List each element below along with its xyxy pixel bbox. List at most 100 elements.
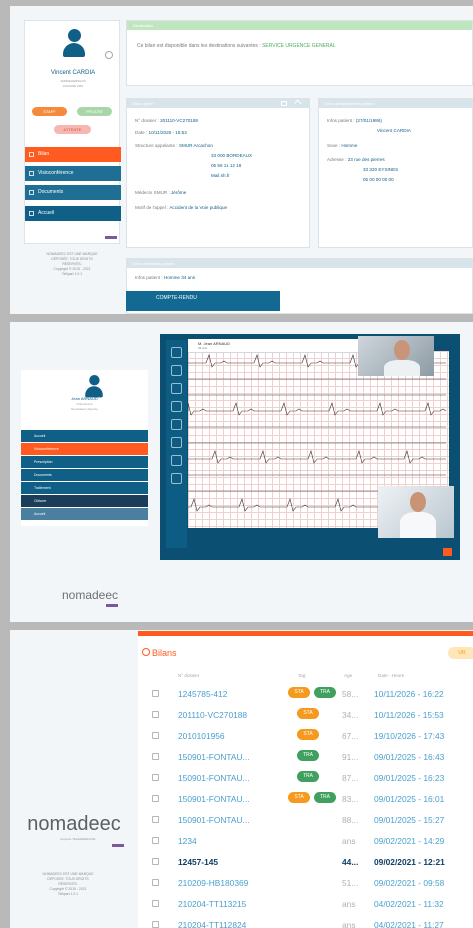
hangup-button[interactable] (443, 548, 452, 556)
card-header: Destination (127, 21, 472, 30)
staff-badge[interactable]: STAFF (32, 107, 67, 116)
document-icon (29, 152, 34, 157)
date-cell: 09/01/2025 - 16:43 (374, 752, 445, 762)
bilans-table-card: Bilans UR N° dossier Tag Age Date - Heur… (138, 631, 473, 928)
motif-line: Motif de l'appel : Accident de la Voie p… (135, 205, 228, 210)
nav-item-accueil-2[interactable]: Accueil (21, 508, 148, 520)
tool-icon[interactable] (171, 473, 182, 484)
col-header-age[interactable]: Age (344, 673, 352, 678)
nav-item-prescription[interactable]: Prescription (21, 456, 148, 468)
card-header: Infos administratives patient (319, 99, 472, 108)
col-header-tag[interactable]: Tag (298, 673, 305, 678)
dossier-number[interactable]: 150901-FONTAU... (178, 752, 250, 762)
tag-sta: STA (297, 729, 319, 740)
age-cell: 51... (342, 878, 359, 888)
tool-icon[interactable] (171, 455, 182, 466)
dossier-number[interactable]: 150901-FONTAU... (178, 815, 250, 825)
bilan-detail-screen: Vincent CARDIA ADDDEHERSHOS INHASNE 2MS … (10, 6, 473, 314)
age-cell: ans (342, 920, 356, 928)
purple-marker (112, 844, 124, 847)
tool-icon[interactable] (171, 347, 182, 358)
table-row[interactable]: 210204-TT113215 ans 04/02/2021 - 11:32 (138, 892, 473, 914)
nav-item-accueil[interactable]: Accueil (25, 206, 121, 221)
date-cell: 09/02/2021 - 14:29 (374, 836, 445, 846)
dossier-number[interactable]: 12457-145 (178, 857, 218, 867)
checkbox-icon[interactable] (152, 753, 159, 760)
table-row[interactable]: 210204-TT112824 ans 04/02/2021 - 11:27 (138, 913, 473, 928)
tag-tra: TRA (297, 750, 319, 761)
date-cell: 10/11/2026 - 15:53 (374, 710, 444, 720)
urgent-filter-button[interactable]: UR (448, 647, 473, 659)
checkbox-icon[interactable] (152, 795, 159, 802)
checkbox-icon[interactable] (152, 774, 159, 781)
dossier-number[interactable]: 150901-FONTAU... (178, 794, 250, 804)
checkbox-icon[interactable] (152, 921, 159, 928)
nav-item-documents[interactable]: Documents (25, 185, 121, 200)
date-cell: 09/01/2025 - 16:01 (374, 794, 445, 804)
legal-text: NOMADEEC EST UNE MARQUE DÉPOSÉE. TOUS DRO… (46, 252, 98, 276)
compte-rendu-button[interactable]: COMPTE-RENDU (126, 291, 280, 311)
table-row[interactable]: 1245785-412 STA TRA 58... 10/11/2026 - 16:22 (138, 682, 473, 704)
nav-item-traitement[interactable]: Traitement (21, 482, 148, 494)
visioconference-screen: Jean ARNAUD Infirmier/ère Nomadeec Urgen… (10, 322, 473, 622)
table-row[interactable]: 201110-VC270188 STA 34... 10/11/2026 - 15:5… (138, 703, 473, 725)
user-name: Jean ARNAUD (71, 396, 98, 401)
attente-badge[interactable]: ATTENTE (54, 125, 91, 134)
age-cell: 58... (342, 689, 359, 699)
checkbox-icon[interactable] (152, 879, 159, 886)
checkbox-icon[interactable] (152, 816, 159, 823)
nav-item-documents[interactable]: Documents (21, 469, 148, 481)
nav-item-accueil[interactable]: Accueil (21, 430, 148, 442)
tool-icon[interactable] (171, 437, 182, 448)
dossier-number[interactable]: 2010101956 (178, 731, 225, 741)
tool-icon[interactable] (171, 419, 182, 430)
nav-item-visio[interactable]: Visioconférence (25, 166, 121, 181)
print-icon[interactable] (281, 101, 287, 106)
nav-item-bilan[interactable]: Bilan (25, 147, 121, 162)
date-cell: 19/10/2026 - 17:43 (374, 731, 445, 741)
dossier-number[interactable]: 210204-TT112824 (178, 920, 246, 928)
checkbox-icon[interactable] (152, 900, 159, 907)
checkbox-icon[interactable] (152, 858, 159, 865)
user-name: Vincent CARDIA (50, 70, 96, 76)
dossier-number[interactable]: 210209-HB180369 (178, 878, 248, 888)
proute-badge[interactable]: PROUTE (77, 107, 112, 116)
tool-icon[interactable] (171, 383, 182, 394)
table-row[interactable]: 150901-FONTAU... 88... 09/01/2025 - 15:27 (138, 808, 473, 830)
checkbox-icon[interactable] (152, 690, 159, 697)
table-row[interactable]: 2010101956 STA 67... 19/10/2026 - 17:43 (138, 724, 473, 746)
dossier-number[interactable]: 150901-FONTAU... (178, 773, 250, 783)
table-row[interactable]: 12457-145 44... 09/02/2021 - 12:21 (138, 850, 473, 872)
nomadeec-logo: nomadeec (61, 588, 119, 602)
tool-icon[interactable] (171, 401, 182, 412)
age-cell: ans (342, 899, 356, 909)
checkbox-icon[interactable] (152, 837, 159, 844)
table-row[interactable]: 150901-FONTAU... TRA 91... 09/01/2025 - 16:… (138, 745, 473, 767)
tag-sta: STA (288, 687, 310, 698)
table-row[interactable]: 150901-FONTAU... TRA 87... 09/01/2025 - 16:… (138, 766, 473, 788)
age-cell: 88... (342, 815, 359, 825)
col-header-num[interactable]: N° dossier (178, 673, 199, 678)
tag-tra: TRA (314, 687, 336, 698)
col-header-date[interactable]: Date - Heure (378, 673, 404, 678)
age-cell: 87... (342, 773, 359, 783)
table-row[interactable]: 1234 ans 09/02/2021 - 14:29 (138, 829, 473, 851)
user-subtitle: INHASNE 2MS (62, 84, 84, 88)
destination-card: Destination Ce bilan est disponible dans… (126, 20, 473, 86)
tool-icon[interactable] (171, 365, 182, 376)
nomadeec-logo: nomadeec (27, 813, 121, 835)
checkbox-icon[interactable] (152, 732, 159, 739)
dossier-number[interactable]: 1234 (178, 836, 197, 846)
nav-item-cloturer[interactable]: Clôturer (21, 495, 148, 507)
purple-marker (106, 604, 118, 607)
dossier-number[interactable]: 210204-TT113215 (178, 899, 246, 909)
table-row[interactable]: 210209-HB180369 51... 09/02/2021 - 09:58 (138, 871, 473, 893)
toolbar (166, 340, 187, 548)
info-icon[interactable] (105, 51, 113, 59)
dossier-number[interactable]: 201110-VC270188 (178, 710, 247, 720)
checkbox-icon[interactable] (152, 711, 159, 718)
table-row[interactable]: 150901-FONTAU... STA TRA 83... 09/01/2025 - … (138, 787, 473, 809)
dossier-number[interactable]: 1245785-412 (178, 689, 227, 699)
nav-item-visio[interactable]: Visioconférence (21, 443, 148, 455)
sexe-line: Sexe : Homme (327, 143, 358, 148)
